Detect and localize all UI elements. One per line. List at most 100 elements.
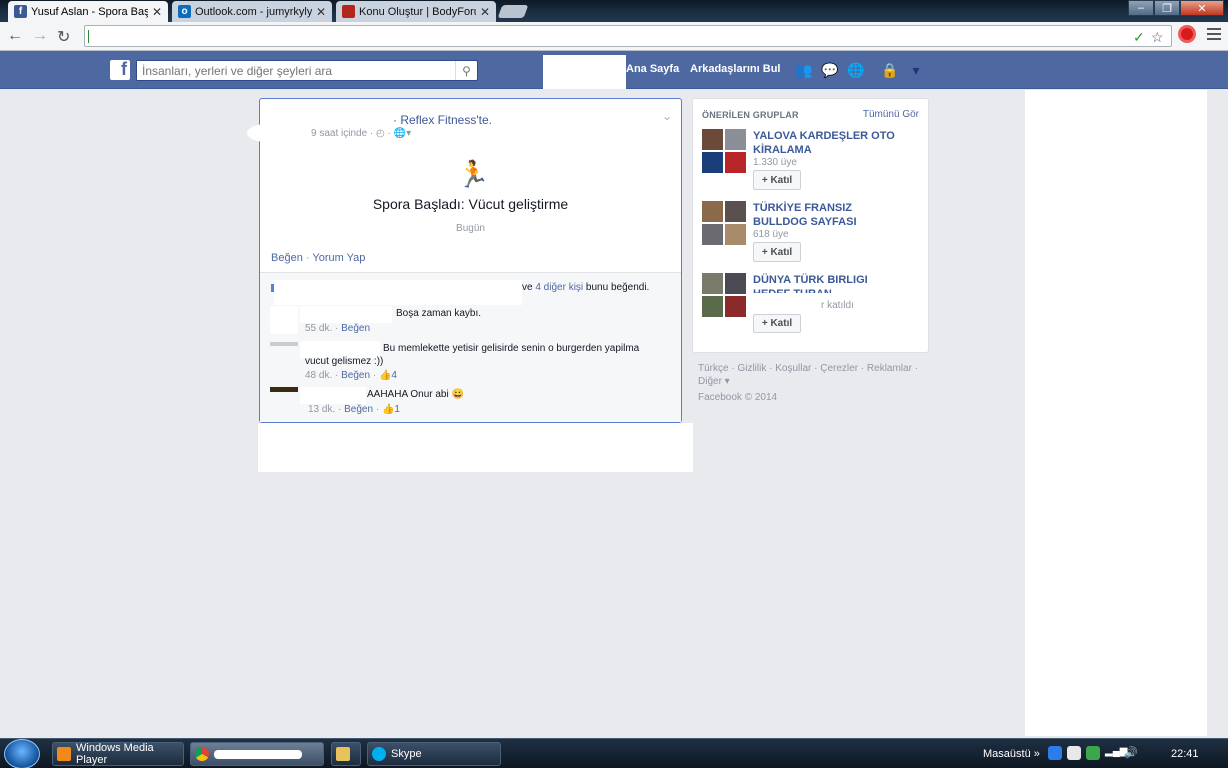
tab-close-icon[interactable]: ✕ (316, 5, 326, 19)
new-tab-button[interactable] (497, 5, 529, 18)
commenter-avatar[interactable] (270, 342, 298, 346)
tab-outlook[interactable]: o Outlook.com - jumyrkyly ✕ (172, 1, 332, 22)
feed-story: · Reflex Fitness'te. 9 saat içinde · ◴ ·… (247, 98, 682, 423)
group-name-link[interactable]: YALOVA KARDEŞLER OTO KİRALAMA (753, 129, 903, 157)
join-group-button[interactable]: + Katıl (753, 314, 801, 333)
tray-app-icon[interactable] (1048, 746, 1062, 760)
volume-icon[interactable]: 🔊 (1124, 746, 1138, 760)
bookmark-star-icon[interactable]: ☆ (1151, 29, 1164, 46)
window-controls: – ❐ ✕ (1128, 0, 1224, 16)
nav-icons: 👥 💬 🌐 🔒 ▾ (795, 62, 925, 78)
footer-copyright: Facebook © 2014 (698, 392, 778, 403)
address-bar[interactable]: ✓ ☆ (84, 25, 1172, 47)
comment-like-link[interactable]: Beğen (341, 370, 370, 381)
story-options-chevron-icon[interactable]: ⌄ (662, 109, 672, 123)
group-item: DÜNYA TÜRK BIRLIGI HEDEF TURAN r katıldı… (702, 273, 922, 335)
tab-bodyforum[interactable]: Konu Oluştur | BodyForum ✕ (336, 1, 496, 22)
group-name-link[interactable]: DÜNYA TÜRK BIRLIGI HEDEF TURAN (753, 273, 903, 293)
nav-home-link[interactable]: Ana Sayfa (626, 63, 679, 75)
group-thumbnails[interactable] (702, 273, 746, 317)
group-members: r katıldı (821, 300, 854, 311)
comment-link[interactable]: Yorum Yap (312, 252, 365, 264)
tray-notification-icon[interactable] (1067, 746, 1081, 760)
comment-like-count[interactable]: 4 (391, 370, 397, 381)
others-link[interactable]: 4 diğer kişi (535, 282, 583, 293)
text-caret (88, 30, 89, 43)
group-members: 618 üye (753, 229, 789, 240)
tab-facebook[interactable]: f Yusuf Aslan - Spora Başlad ✕ (8, 1, 168, 22)
redacted-area (258, 423, 693, 472)
tray-security-icon[interactable] (1086, 746, 1100, 760)
smiley-emoji-icon: 😀 (451, 389, 464, 400)
system-tray: ▂▄▆ 🔊 (1048, 746, 1138, 760)
chat-sidebar (1025, 90, 1207, 736)
group-name-link[interactable]: TÜRKİYE FRANSIZ BULLDOG SAYFASI (753, 201, 903, 229)
story-actions: Beğen · Yorum Yap (271, 252, 365, 264)
friend-requests-icon[interactable]: 👥 (795, 62, 813, 78)
messages-icon[interactable]: 💬 (821, 62, 839, 78)
reload-icon[interactable]: ↻ (57, 27, 70, 47)
like-link[interactable]: Beğen (271, 252, 303, 264)
chevron-down-icon[interactable]: ▾ (907, 62, 925, 78)
nav-find-friends-link[interactable]: Arkadaşlarını Bul (690, 63, 780, 75)
windows-taskbar: Windows Media Player Skype Masaüstü » ▂▄… (0, 738, 1228, 768)
browser-titlebar: f Yusuf Aslan - Spora Başlad ✕ o Outlook… (0, 0, 1228, 22)
tab-title: Outlook.com - jumyrkyly (195, 5, 312, 18)
forward-arrow-icon[interactable]: → (32, 27, 48, 45)
groups-title: ÖNERİLEN GRUPLAR (702, 110, 799, 120)
desktop-toolbar-label[interactable]: Masaüstü » (983, 748, 1040, 760)
notifications-globe-icon[interactable]: 🌐 (847, 62, 865, 78)
bodyforum-favicon-icon (342, 5, 355, 18)
join-group-button[interactable]: + Katıl (753, 242, 801, 262)
privacy-lock-icon[interactable]: 🔒 (881, 62, 899, 78)
window-close-icon[interactable]: ✕ (1180, 0, 1224, 16)
search-box: ⚲ (136, 60, 478, 81)
menu-icon[interactable] (1207, 28, 1221, 43)
story-location-link[interactable]: · Reflex Fitness'te. (393, 113, 492, 127)
group-item: TÜRKİYE FRANSIZ BULLDOG SAYFASI 618 üye … (702, 201, 922, 263)
taskbar-media-player[interactable]: Windows Media Player (52, 742, 184, 766)
taskbar-explorer[interactable] (331, 742, 361, 766)
like-thumb-icon: 👍 (378, 370, 392, 381)
activity-title[interactable]: Spora Başladı: Vücut geliştirme (260, 196, 681, 212)
comment-item: Boşa zaman kaybı. 55 dk. · Beğen (270, 306, 670, 340)
extension-icon[interactable] (1178, 25, 1196, 43)
activity-date: Bugün (456, 223, 485, 234)
avatar[interactable] (247, 124, 287, 142)
minimize-icon[interactable]: – (1128, 0, 1154, 16)
tab-close-icon[interactable]: ✕ (480, 5, 490, 19)
network-signal-icon[interactable]: ▂▄▆ (1105, 746, 1127, 760)
footer-links[interactable]: Türkçe · Gizlilik · Koşullar · Çerezler … (698, 362, 928, 388)
taskbar-chrome[interactable] (190, 742, 324, 766)
tab-close-icon[interactable]: ✕ (152, 5, 162, 19)
comment-like-link[interactable]: Beğen (344, 404, 373, 415)
facebook-logo-icon[interactable]: f (110, 59, 130, 80)
search-icon[interactable]: ⚲ (455, 61, 477, 80)
redacted-names (274, 280, 522, 305)
comment-like-count[interactable]: 1 (394, 404, 400, 415)
group-thumbnails[interactable] (702, 201, 746, 245)
taskbar-skype[interactable]: Skype (367, 742, 501, 766)
join-group-button[interactable]: + Katıl (753, 170, 801, 190)
commenter-avatar[interactable] (270, 387, 298, 392)
tab-title: Yusuf Aslan - Spora Başlad (31, 5, 148, 18)
back-arrow-icon[interactable]: ← (7, 27, 23, 45)
check-circle-icon[interactable]: ✓ (1133, 29, 1145, 46)
group-item: YALOVA KARDEŞLER OTO KİRALAMA 1.330 üye … (702, 129, 922, 191)
clock[interactable]: 22:41 (1171, 748, 1199, 760)
folder-icon (336, 747, 350, 761)
media-player-icon (57, 747, 71, 761)
redacted-name (300, 306, 392, 323)
comment-like-link[interactable]: Beğen (341, 323, 370, 334)
commenter-avatar[interactable] (270, 306, 298, 334)
group-members: 1.330 üye (753, 157, 797, 168)
search-input[interactable] (137, 61, 455, 80)
group-thumbnails[interactable] (702, 129, 746, 173)
restore-icon[interactable]: ❐ (1154, 0, 1180, 16)
story-timestamp[interactable]: 9 saat içinde · ◴ · 🌐▾ (311, 128, 411, 139)
start-button[interactable] (4, 739, 40, 768)
profile-redacted (543, 55, 626, 89)
comment-meta: 55 dk. · Beğen (305, 323, 371, 334)
see-all-link[interactable]: Tümünü Gör (863, 109, 919, 120)
running-person-icon: 🏃 (457, 159, 490, 189)
